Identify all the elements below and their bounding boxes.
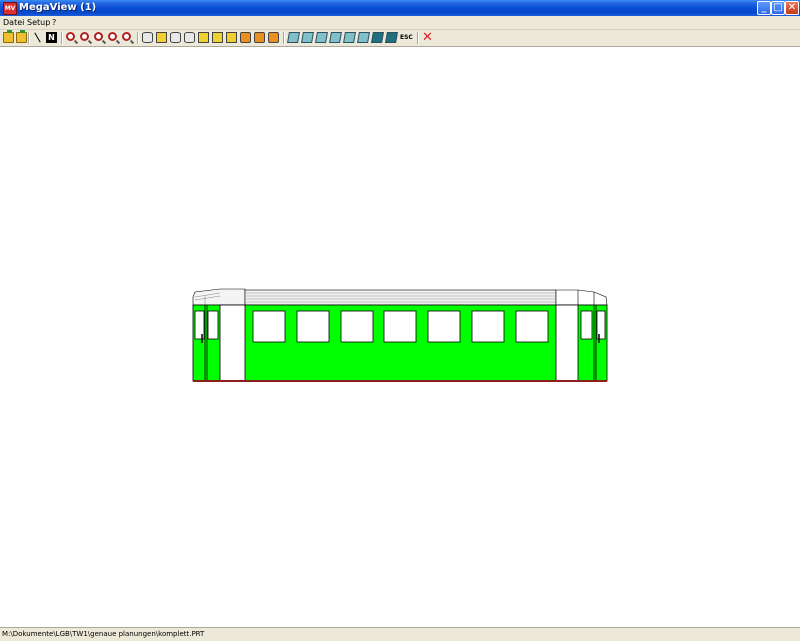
- cylinder-icon[interactable]: [142, 32, 153, 43]
- view-9-icon[interactable]: [268, 32, 279, 43]
- iso-4-icon[interactable]: [329, 32, 342, 43]
- end-window-right-1: [580, 310, 593, 340]
- iso-5-icon[interactable]: [343, 32, 356, 43]
- passenger-window-6: [471, 310, 505, 343]
- close-red-icon[interactable]: ✕: [422, 31, 433, 44]
- view-6-icon[interactable]: [226, 32, 237, 43]
- menu-setup[interactable]: Setup: [27, 16, 50, 29]
- roof-right-cap: [555, 289, 608, 306]
- window-title: MegaView (1): [19, 2, 97, 13]
- close-icon: ✕: [787, 2, 797, 13]
- close-button[interactable]: ✕: [785, 1, 799, 15]
- maximize-button[interactable]: □: [771, 1, 785, 15]
- app-icon[interactable]: MV: [3, 2, 17, 15]
- view-4-icon[interactable]: [198, 32, 209, 43]
- esc-icon[interactable]: ESC: [400, 32, 413, 43]
- view-3-icon[interactable]: [184, 32, 195, 43]
- end-window-left-2: [207, 310, 219, 340]
- toolbar-separator: [28, 32, 30, 44]
- iso-3-icon[interactable]: [315, 32, 328, 43]
- drawing-canvas[interactable]: [0, 47, 800, 627]
- toolbar-separator: [137, 32, 139, 44]
- view-7-icon[interactable]: [240, 32, 251, 43]
- view-1-icon[interactable]: [156, 32, 167, 43]
- door-right: [555, 304, 579, 382]
- status-bar: M:\Dokumente\LGB\TW1\genaue planungen\ko…: [0, 627, 800, 641]
- zoom-out-icon[interactable]: [80, 32, 89, 41]
- passenger-window-3: [340, 310, 374, 343]
- menu-datei[interactable]: Datei: [3, 16, 24, 29]
- menu-bar: Datei Setup ?: [0, 16, 800, 30]
- iso-2-icon[interactable]: [301, 32, 314, 43]
- car-roof: [192, 288, 608, 306]
- passenger-window-2: [296, 310, 330, 343]
- roof-main: [244, 289, 557, 306]
- iso-1-icon[interactable]: [287, 32, 300, 43]
- passenger-window-4: [383, 310, 417, 343]
- view-5-icon[interactable]: [212, 32, 223, 43]
- toolbar-separator: [61, 32, 63, 44]
- passenger-window-1: [252, 310, 286, 343]
- status-file-path: M:\Dokumente\LGB\TW1\genaue planungen\ko…: [2, 630, 205, 638]
- iso-6-icon[interactable]: [357, 32, 370, 43]
- minimize-button[interactable]: _: [757, 1, 771, 15]
- menu-help[interactable]: ?: [52, 16, 56, 29]
- open-folder-icon[interactable]: [3, 30, 14, 43]
- view-2-icon[interactable]: [170, 32, 181, 43]
- railcar-drawing: [192, 288, 608, 382]
- iso-7-icon[interactable]: [371, 32, 384, 43]
- passenger-window-7: [515, 310, 549, 343]
- maximize-icon: □: [773, 2, 783, 13]
- zoom-all-icon[interactable]: [122, 32, 131, 41]
- line-tool-icon[interactable]: [32, 32, 43, 43]
- zoom-in-icon[interactable]: [66, 32, 75, 41]
- n-tool-icon[interactable]: N: [46, 32, 57, 43]
- zoom-prev-icon[interactable]: [94, 32, 103, 41]
- toolbar-separator: [283, 32, 285, 44]
- minimize-icon: _: [761, 2, 767, 13]
- title-bar[interactable]: MV MegaView (1) _ □ ✕: [0, 0, 800, 16]
- toolbar: N ESC ✕: [0, 30, 800, 47]
- car-body: [192, 304, 608, 382]
- door-left: [219, 304, 246, 382]
- underframe: [193, 380, 607, 382]
- end-window-right-2: [596, 310, 606, 340]
- zoom-window-icon[interactable]: [108, 32, 117, 41]
- iso-8-icon[interactable]: [385, 32, 398, 43]
- toolbar-separator: [417, 32, 419, 44]
- passenger-window-5: [427, 310, 461, 343]
- roof-left-cap: [192, 288, 246, 306]
- view-8-icon[interactable]: [254, 32, 265, 43]
- save-folder-icon[interactable]: [16, 30, 27, 43]
